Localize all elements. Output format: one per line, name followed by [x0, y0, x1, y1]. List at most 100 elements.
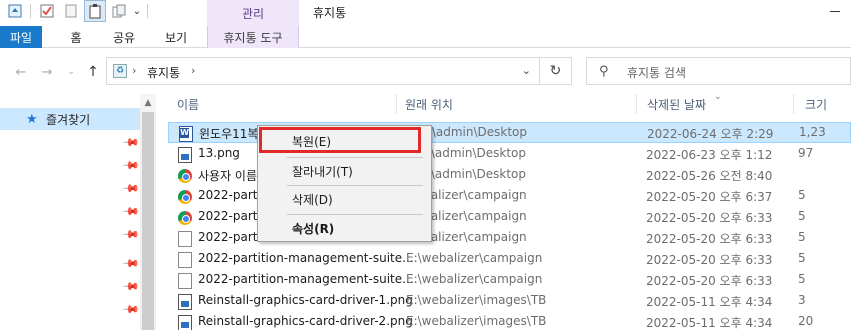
sort-descending-icon: ⌄: [714, 92, 722, 102]
breadcrumb-chevron-icon[interactable]: ›: [132, 64, 136, 77]
file-explorer-window: ⌄ 관리 휴지통 파일 홈 공유 보기 휴지통 도구 ← → ⌄ ↑ ♻ › 휴…: [0, 0, 851, 330]
date-deleted: 2022-06-23 오후 1:12: [646, 148, 773, 162]
forward-arrow-icon[interactable]: →: [38, 63, 56, 81]
nav-item-quick-access[interactable]: ★ 즐겨찾기: [0, 108, 140, 130]
pin-icon[interactable]: 📌: [121, 277, 140, 296]
address-dropdown-icon[interactable]: ⌄: [522, 64, 531, 77]
menu-item-properties[interactable]: 속성(R): [259, 217, 430, 239]
date-deleted: 2022-05-20 오후 6:33: [646, 232, 773, 246]
file-size: 5: [798, 230, 806, 244]
column-header-date-deleted[interactable]: 삭제된 날짜: [647, 96, 706, 113]
context-menu: 복원(E) 잘라내기(T) 삭제(D) 속성(R): [257, 125, 432, 242]
chrome-icon: [178, 211, 192, 225]
table-row[interactable]: 2022-partition-management-suite.... E:\w…: [168, 270, 851, 291]
word-doc-icon: [179, 126, 193, 142]
file-name: 13.png: [198, 146, 240, 160]
pin-icon[interactable]: 📌: [121, 225, 140, 244]
file-name: Reinstall-graphics-card-driver-1.png: [198, 293, 413, 307]
document-icon: [178, 231, 192, 247]
date-deleted: 2022-05-26 오전 8:40: [646, 169, 773, 183]
file-size: 1,23: [799, 125, 826, 139]
column-divider[interactable]: [396, 94, 397, 114]
date-deleted: 2022-05-20 오후 6:33: [646, 274, 773, 288]
pin-icon[interactable]: 📌: [121, 179, 140, 198]
original-location: E:\webalizer\images\TB: [406, 293, 547, 307]
file-size: 5: [798, 188, 806, 202]
chrome-icon: [178, 190, 192, 204]
table-row[interactable]: 2022-partition-management-suite.... E:\w…: [168, 249, 851, 270]
file-size: 97: [798, 146, 814, 160]
tab-recycle-bin-tools[interactable]: 휴지통 도구: [207, 26, 299, 48]
original-location: E:\webalizer\images\TB: [406, 314, 547, 328]
pin-icon[interactable]: 📌: [121, 202, 140, 221]
file-size: 3: [798, 293, 806, 307]
menu-item-delete[interactable]: 삭제(D): [259, 188, 430, 210]
title-bar: ⌄ 관리 휴지통: [0, 0, 851, 26]
back-arrow-icon[interactable]: ←: [12, 63, 30, 81]
date-deleted: 2022-05-11 오후 4:34: [646, 316, 773, 330]
file-name: 사용자 이름: [198, 169, 258, 183]
menu-divider: [287, 185, 423, 186]
contextual-tab-group-manage: 관리: [207, 0, 299, 26]
highlight-box: [259, 127, 421, 153]
column-header-name[interactable]: 이름: [177, 96, 199, 113]
refresh-button[interactable]: ↻: [540, 57, 572, 85]
copy-icon[interactable]: [108, 0, 130, 22]
column-header-original-location[interactable]: 원래 위치: [405, 96, 453, 113]
file-name: 2022-partition-management-suite....: [198, 272, 418, 286]
column-divider[interactable]: [793, 94, 794, 114]
table-row[interactable]: Reinstall-graphics-card-driver-1.png E:\…: [168, 291, 851, 312]
navigation-pane: ★ 즐겨찾기 📌 📌 📌 📌 📌 📌 📌 📌: [0, 94, 140, 330]
png-file-icon: [178, 147, 192, 163]
pin-icon[interactable]: 📌: [121, 133, 140, 152]
menu-item-label: 속성(R): [292, 221, 335, 236]
ribbon-tab-bar: 파일 홈 공유 보기 휴지통 도구: [0, 26, 851, 48]
table-row[interactable]: Reinstall-graphics-card-driver-2.png E:\…: [168, 312, 851, 330]
pin-icon[interactable]: 📌: [121, 156, 140, 175]
menu-divider: [287, 157, 423, 158]
tab-file[interactable]: 파일: [0, 26, 42, 48]
menu-item-cut[interactable]: 잘라내기(T): [259, 160, 430, 182]
file-size: 20: [798, 314, 814, 328]
pin-icon[interactable]: 📌: [121, 300, 140, 319]
file-name: 2022-partition-management-suite....: [198, 251, 418, 265]
menu-item-label: 삭제(D): [292, 192, 333, 207]
toolbar-divider: [30, 4, 31, 18]
column-divider[interactable]: [636, 94, 637, 114]
file-size: 5: [798, 251, 806, 265]
minimize-button[interactable]: [818, 0, 851, 22]
minimize-icon: [829, 10, 840, 12]
original-location: E:\webalizer\campaign: [406, 251, 543, 265]
search-input[interactable]: ⚲ 휴지통 검색: [586, 57, 851, 85]
breadcrumb-recycle-bin[interactable]: 휴지통: [147, 64, 180, 81]
paste-icon[interactable]: [84, 0, 106, 22]
window-title: 휴지통: [313, 6, 347, 20]
up-arrow-icon[interactable]: ↑: [84, 63, 102, 81]
pin-icon[interactable]: 📌: [121, 254, 140, 273]
properties-check-icon[interactable]: [36, 0, 58, 22]
column-header-size[interactable]: 크기: [805, 96, 827, 113]
file-size: 5: [798, 209, 806, 223]
date-deleted: 2022-05-20 오후 6:37: [646, 190, 773, 204]
date-deleted: 2022-05-11 오후 4:34: [646, 295, 773, 309]
document-icon: [178, 273, 192, 289]
star-icon: ★: [26, 111, 38, 127]
date-deleted: 2022-06-24 오후 2:29: [647, 127, 774, 141]
address-row: ← → ⌄ ↑ ♻ › 휴지통 › ⌄ ↻ ⚲ 휴지통 검색: [0, 48, 851, 94]
tab-share[interactable]: 공유: [106, 26, 142, 48]
nav-scroll-up-arrow[interactable]: ▲: [140, 94, 156, 112]
file-name: 윈도우11복: [199, 127, 259, 141]
file-name: Reinstall-graphics-card-driver-2.png: [198, 314, 413, 328]
date-deleted: 2022-05-20 오후 6:33: [646, 253, 773, 267]
tab-view[interactable]: 보기: [158, 26, 194, 48]
nav-scrollbar-thumb[interactable]: [142, 112, 154, 330]
search-placeholder: 휴지통 검색: [627, 66, 687, 80]
breadcrumb-chevron-icon[interactable]: ›: [191, 64, 195, 77]
recent-locations-chevron-icon[interactable]: ⌄: [62, 63, 80, 81]
customize-dropdown-icon[interactable]: ⌄: [130, 0, 144, 22]
new-folder-icon[interactable]: [60, 0, 82, 22]
recycle-bin-icon[interactable]: [4, 0, 26, 22]
address-bar[interactable]: ♻ › 휴지통 › ⌄: [106, 57, 540, 85]
tab-home[interactable]: 홈: [62, 26, 90, 48]
toolbar-divider: [147, 4, 148, 18]
